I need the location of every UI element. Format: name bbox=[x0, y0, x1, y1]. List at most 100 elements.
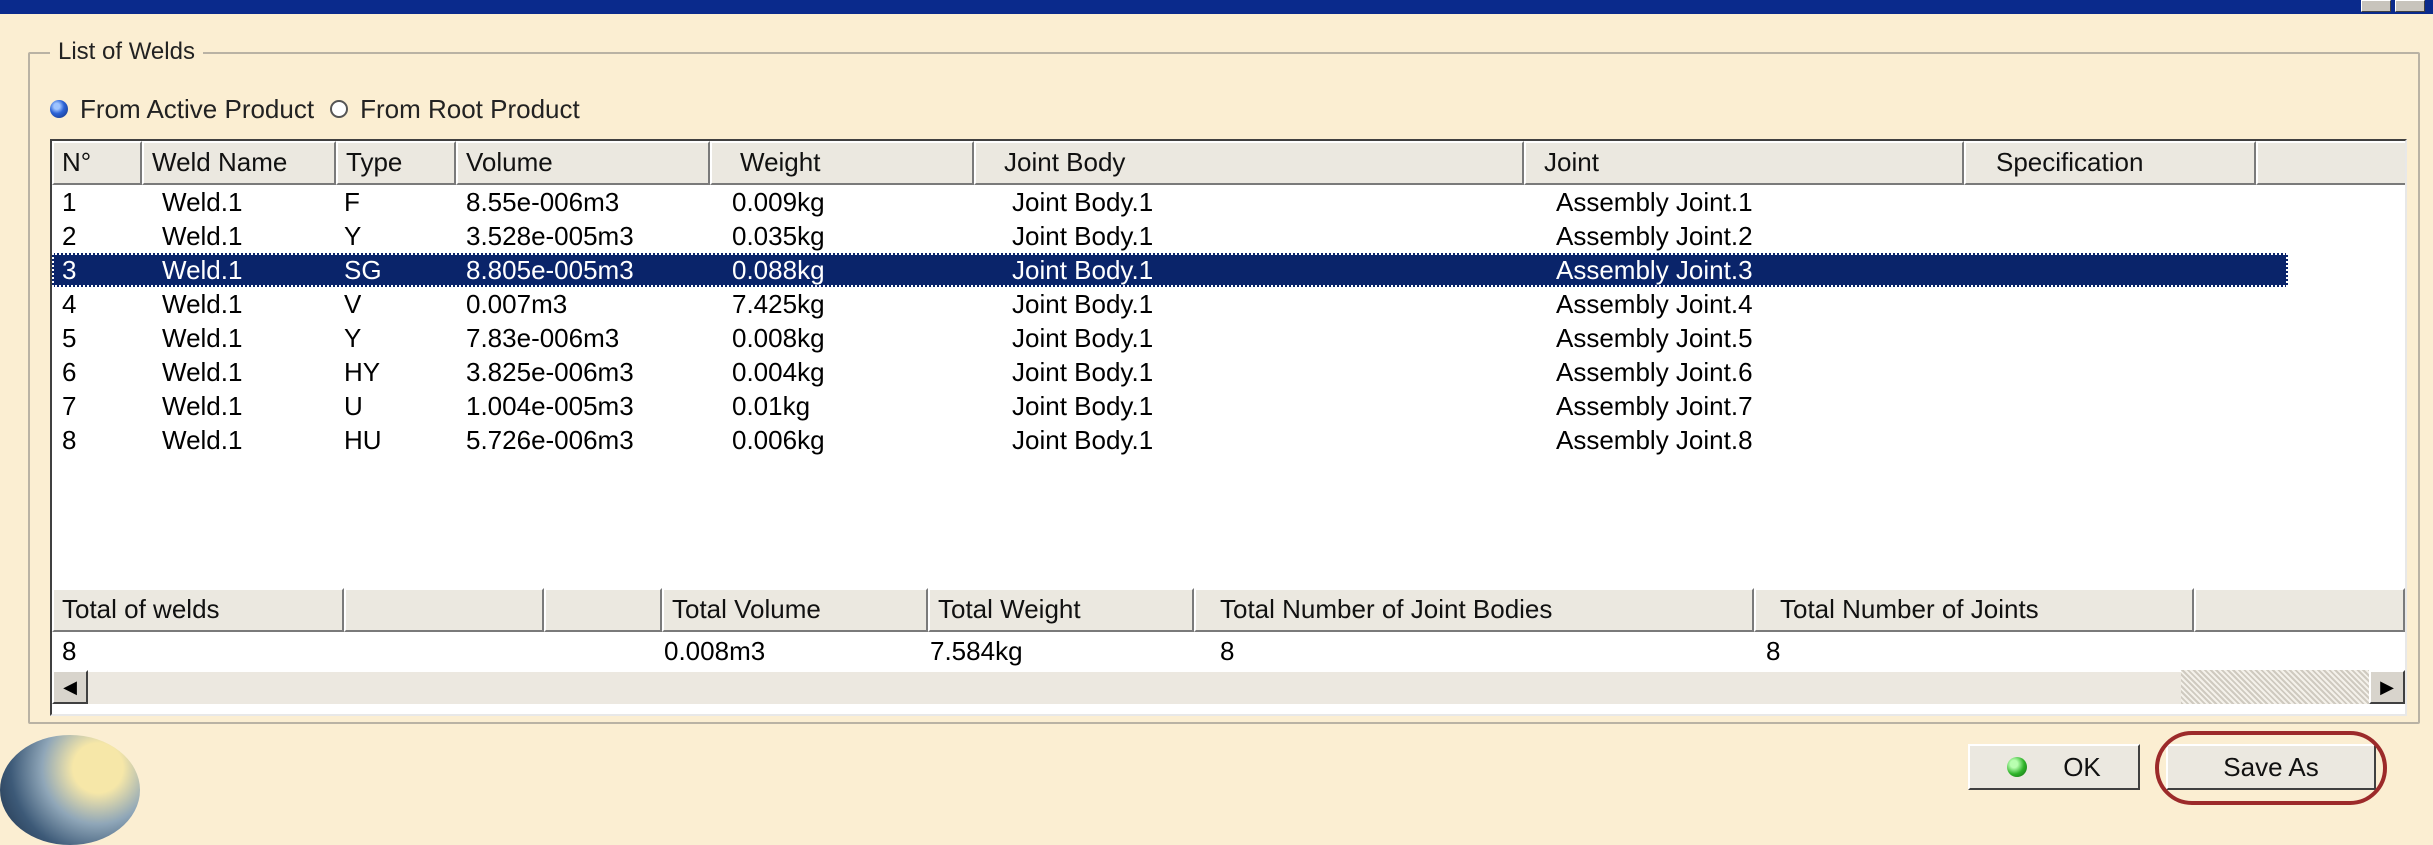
cell-joint-body: Joint Body.1 bbox=[1012, 255, 1154, 285]
table-row-selected[interactable]: 3 Weld.1 SG 8.805e-005m3 0.088kg Joint B… bbox=[52, 253, 2288, 287]
horizontal-scrollbar[interactable]: ◀ ▶ bbox=[52, 668, 2405, 706]
scroll-track[interactable] bbox=[88, 670, 2181, 704]
group-title: List of Welds bbox=[50, 38, 203, 66]
cell-joint: Assembly Joint.5 bbox=[1556, 323, 1753, 353]
cell-joint-body: Joint Body.1 bbox=[1012, 221, 1154, 251]
totals-header-blank-2[interactable] bbox=[544, 588, 662, 632]
app-logo-icon bbox=[0, 735, 140, 845]
table-row[interactable]: 5 Weld.1 Y 7.83e-006m3 0.008kg Joint Bod… bbox=[52, 321, 2288, 355]
cell-weight: 0.006kg bbox=[732, 425, 825, 455]
cell-type: F bbox=[344, 187, 360, 217]
cell-volume: 8.805e-005m3 bbox=[466, 255, 634, 285]
arrow-left-icon: ◀ bbox=[63, 676, 77, 697]
col-header-filler bbox=[2256, 141, 2405, 185]
radio-root-product[interactable] bbox=[330, 100, 349, 118]
col-header-joint-body[interactable]: Joint Body bbox=[974, 141, 1524, 185]
cell-joint-body: Joint Body.1 bbox=[1012, 425, 1154, 455]
table-row[interactable]: 7 Weld.1 U 1.004e-005m3 0.01kg Joint Bod… bbox=[52, 389, 2288, 423]
cell-weight: 0.088kg bbox=[732, 255, 825, 285]
totals-header-blank-3[interactable] bbox=[2194, 588, 2405, 632]
cell-type: HY bbox=[344, 357, 381, 387]
totals-row[interactable]: 8 0.008m3 7.584kg 8 8 bbox=[52, 634, 2405, 668]
cell-volume: 3.825e-006m3 bbox=[466, 357, 634, 387]
total-volume-value: 0.008m3 bbox=[664, 636, 766, 666]
col-header-type[interactable]: Type bbox=[336, 141, 456, 185]
scroll-thumb[interactable] bbox=[2181, 670, 2369, 704]
radio-active-product-label[interactable]: From Active Product bbox=[80, 94, 314, 125]
totals-table: Total of welds Total Volume Total Weight… bbox=[52, 588, 2405, 714]
cell-volume: 3.528e-005m3 bbox=[466, 221, 634, 251]
totals-header-joint-bodies[interactable]: Total Number of Joint Bodies bbox=[1194, 588, 1754, 632]
cell-type: U bbox=[344, 391, 363, 421]
cell-weight: 0.004kg bbox=[732, 357, 825, 387]
cell-joint: Assembly Joint.4 bbox=[1556, 289, 1753, 319]
cell-volume: 0.007m3 bbox=[466, 289, 568, 319]
scroll-left-button[interactable]: ◀ bbox=[52, 670, 88, 704]
cell-joint: Assembly Joint.1 bbox=[1556, 187, 1753, 217]
cell-joint: Assembly Joint.7 bbox=[1556, 391, 1753, 421]
cell-type: V bbox=[344, 289, 362, 319]
radio-root-product-label[interactable]: From Root Product bbox=[360, 94, 580, 125]
cell-joint-body: Joint Body.1 bbox=[1012, 391, 1154, 421]
cell-weight: 0.035kg bbox=[732, 221, 825, 251]
cell-weld-name: Weld.1 bbox=[162, 187, 243, 217]
cell-number: 4 bbox=[62, 289, 77, 319]
cell-number: 1 bbox=[62, 187, 77, 217]
totals-header-weight[interactable]: Total Weight bbox=[928, 588, 1194, 632]
cell-type: Y bbox=[344, 221, 362, 251]
scroll-right-button[interactable]: ▶ bbox=[2369, 670, 2405, 704]
col-header-weld-name[interactable]: Weld Name bbox=[142, 141, 336, 185]
cell-volume: 8.55e-006m3 bbox=[466, 187, 620, 217]
table-row[interactable]: 8 Weld.1 HU 5.726e-006m3 0.006kg Joint B… bbox=[52, 423, 2288, 457]
cell-weight: 0.008kg bbox=[732, 323, 825, 353]
col-header-joint[interactable]: Joint bbox=[1524, 141, 1964, 185]
cell-type: SG bbox=[344, 255, 382, 285]
table-row[interactable]: 6 Weld.1 HY 3.825e-006m3 0.004kg Joint B… bbox=[52, 355, 2288, 389]
cell-volume: 5.726e-006m3 bbox=[466, 425, 634, 455]
cell-joint-body: Joint Body.1 bbox=[1012, 289, 1154, 319]
col-header-weight[interactable]: Weight bbox=[710, 141, 974, 185]
cell-weight: 0.009kg bbox=[732, 187, 825, 217]
total-weight-value: 7.584kg bbox=[930, 636, 1023, 666]
cell-joint: Assembly Joint.3 bbox=[1556, 255, 1753, 285]
cell-number: 3 bbox=[62, 255, 77, 285]
radio-active-product[interactable] bbox=[50, 100, 68, 118]
totals-header-joints[interactable]: Total Number of Joints bbox=[1754, 588, 2194, 632]
total-welds-value: 8 bbox=[62, 636, 77, 666]
source-radio-group: From Active Product From Root Product bbox=[50, 94, 596, 124]
totals-header-volume[interactable]: Total Volume bbox=[662, 588, 928, 632]
cell-weld-name: Weld.1 bbox=[162, 357, 243, 387]
col-header-volume[interactable]: Volume bbox=[456, 141, 710, 185]
col-header-specification[interactable]: Specification bbox=[1964, 141, 2256, 185]
help-button[interactable] bbox=[2361, 0, 2391, 12]
cell-weld-name: Weld.1 bbox=[162, 289, 243, 319]
table-row[interactable]: 4 Weld.1 V 0.007m3 7.425kg Joint Body.1 … bbox=[52, 287, 2288, 321]
cell-joint: Assembly Joint.2 bbox=[1556, 221, 1753, 251]
cell-type: Y bbox=[344, 323, 362, 353]
title-bar bbox=[0, 0, 2433, 14]
cell-joint: Assembly Joint.6 bbox=[1556, 357, 1753, 387]
totals-header-blank-1[interactable] bbox=[344, 588, 544, 632]
total-joint-bodies-value: 8 bbox=[1220, 636, 1235, 666]
cell-weld-name: Weld.1 bbox=[162, 323, 243, 353]
cell-weight: 7.425kg bbox=[732, 289, 825, 319]
welds-table: N° Weld Name Type Volume Weight Joint Bo… bbox=[50, 139, 2407, 716]
cell-number: 5 bbox=[62, 323, 77, 353]
table-row[interactable]: 1 Weld.1 F 8.55e-006m3 0.009kg Joint Bod… bbox=[52, 185, 2288, 219]
col-header-number[interactable]: N° bbox=[52, 141, 142, 185]
annotation-highlight-circle bbox=[2155, 731, 2387, 805]
cell-joint-body: Joint Body.1 bbox=[1012, 187, 1154, 217]
cell-weight: 0.01kg bbox=[732, 391, 811, 421]
ok-button-label: OK bbox=[2063, 751, 2101, 782]
ok-button[interactable]: OK bbox=[1968, 744, 2140, 790]
ok-status-icon bbox=[2007, 757, 2028, 777]
cell-joint-body: Joint Body.1 bbox=[1012, 357, 1154, 387]
close-button[interactable] bbox=[2395, 0, 2425, 12]
total-joints-value: 8 bbox=[1766, 636, 1781, 666]
totals-header-welds[interactable]: Total of welds bbox=[52, 588, 344, 632]
cell-weld-name: Weld.1 bbox=[162, 425, 243, 455]
cell-joint-body: Joint Body.1 bbox=[1012, 323, 1154, 353]
arrow-right-icon: ▶ bbox=[2380, 676, 2394, 697]
cell-weld-name: Weld.1 bbox=[162, 391, 243, 421]
table-row[interactable]: 2 Weld.1 Y 3.528e-005m3 0.035kg Joint Bo… bbox=[52, 219, 2288, 253]
